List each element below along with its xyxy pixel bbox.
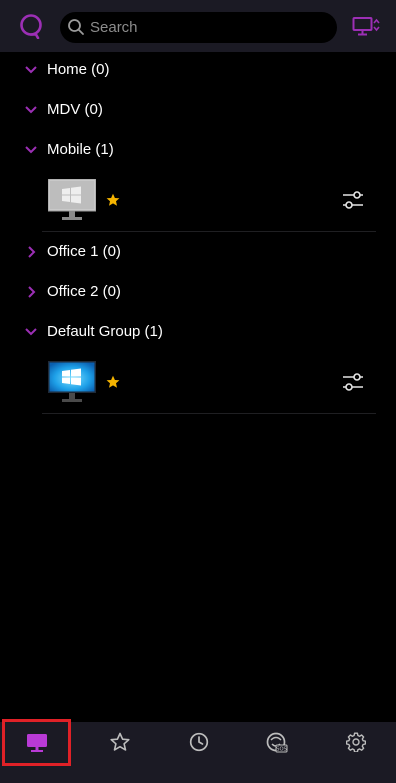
search-icon	[68, 19, 84, 35]
group-row-mobile[interactable]: Mobile (1)	[0, 130, 396, 170]
group-label: Office 1 (0)	[47, 243, 121, 260]
tab-history[interactable]	[159, 722, 238, 767]
tab-sos[interactable]: SOS	[237, 722, 316, 767]
device-row[interactable]	[42, 352, 376, 414]
sos-icon: SOS	[266, 732, 287, 753]
sliders-settings-icon[interactable]	[342, 372, 364, 392]
windows-computer-offline-icon	[48, 179, 96, 220]
bottom-tab-bar: SOS	[0, 719, 396, 783]
chevron-down-icon[interactable]	[23, 142, 39, 158]
group-row-office-2[interactable]: Office 2 (0)	[0, 272, 396, 312]
device-group-list: Home (0) MDV (0) Mobile (1) Office 1 (0)…	[0, 52, 396, 414]
top-bar	[0, 0, 396, 52]
group-label: Default Group (1)	[47, 323, 163, 340]
group-row-mdv[interactable]: MDV (0)	[0, 90, 396, 130]
chevron-down-icon[interactable]	[23, 62, 39, 78]
monitor-icon	[26, 734, 47, 752]
group-label: MDV (0)	[47, 101, 103, 118]
search-input[interactable]	[90, 12, 330, 43]
group-label: Mobile (1)	[47, 141, 114, 158]
favorite-star-icon[interactable]	[106, 375, 120, 389]
chevron-down-icon[interactable]	[23, 324, 39, 340]
gear-icon	[345, 732, 366, 752]
group-label: Office 2 (0)	[47, 283, 121, 300]
windows-computer-online-icon	[48, 361, 96, 402]
clock-icon	[189, 732, 208, 752]
app-logo-icon[interactable]	[18, 13, 44, 39]
star-icon	[109, 732, 130, 751]
tab-settings[interactable]	[316, 722, 395, 767]
group-label: Home (0)	[47, 61, 110, 78]
group-row-home[interactable]: Home (0)	[0, 50, 396, 90]
sliders-settings-icon[interactable]	[342, 190, 364, 210]
group-row-office-1[interactable]: Office 1 (0)	[0, 232, 396, 272]
tab-computers[interactable]	[2, 719, 71, 766]
device-row[interactable]	[42, 170, 376, 232]
chevron-down-icon[interactable]	[23, 102, 39, 118]
chevron-right-icon[interactable]	[23, 284, 39, 300]
favorite-star-icon[interactable]	[106, 193, 120, 207]
search-bar[interactable]	[60, 12, 337, 43]
tab-favorites[interactable]	[80, 722, 159, 767]
group-row-default-group[interactable]: Default Group (1)	[0, 312, 396, 352]
svg-text:SOS: SOS	[276, 747, 287, 753]
monitor-sort-icon[interactable]	[352, 15, 380, 39]
chevron-right-icon[interactable]	[23, 244, 39, 260]
